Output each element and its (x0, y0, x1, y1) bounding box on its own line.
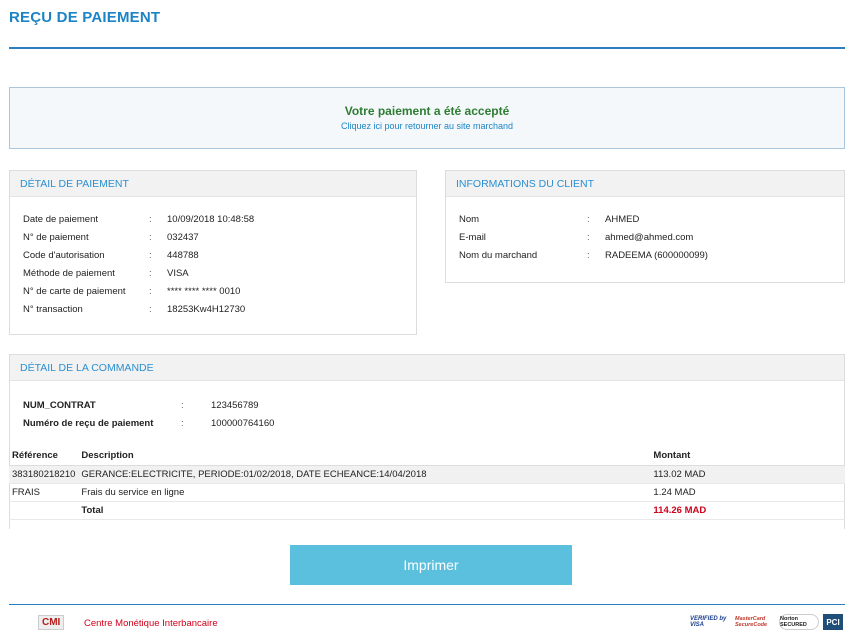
order-row: NUM_CONTRAT:123456789 (23, 400, 259, 411)
client-info-panel: INFORMATIONS DU CLIENT Nom: AHMED E-mail:… (445, 170, 845, 283)
client-row: Nom: AHMED (459, 214, 640, 225)
norton-secured-logo: Norton SECURED (779, 614, 819, 630)
order-items-table: Référence Description Montant 3831802182… (9, 447, 845, 520)
payment-row: N° transaction:18253Kw4H12730 (23, 304, 246, 315)
client-row: E-mail: ahmed@ahmed.com (459, 232, 694, 243)
footer-divider (9, 604, 845, 605)
table-row: 383180218210 GERANCE:ELECTRICITE, PERIOD… (9, 465, 845, 484)
return-to-merchant-link[interactable]: Cliquez ici pour retourner au site march… (10, 121, 844, 131)
mastercard-securecode-logo: MasterCard SecureCode (735, 616, 768, 628)
alert-title: Votre paiement a été accepté (344, 104, 510, 118)
cmi-name: Centre Monétique Interbancaire (84, 618, 218, 629)
payment-row: Code d'autorisation:448788 (23, 250, 199, 261)
total-amount: 114.26 MAD (650, 501, 845, 520)
payment-accepted-alert: Votre paiement a été accepté Cliquez ici… (9, 87, 845, 149)
total-row: Total 114.26 MAD (9, 501, 845, 520)
order-detail-heading: DÉTAIL DE LA COMMANDE (10, 355, 844, 381)
order-row: Numéro de reçu de paiement:100000764160 (23, 418, 275, 429)
col-description: Description (78, 447, 651, 466)
title-divider (9, 47, 845, 49)
table-row: FRAIS Frais du service en ligne 1.24 MAD (9, 483, 845, 502)
payment-detail-list: Date de paiement:10/09/2018 10:48:58 N° … (23, 211, 254, 319)
col-reference: Référence (9, 447, 79, 466)
order-detail-list: NUM_CONTRAT:123456789 Numéro de reçu de … (23, 397, 274, 433)
payment-row: N° de carte de paiement: **** **** **** 0… (23, 286, 241, 297)
print-button[interactable]: Imprimer (290, 545, 572, 585)
page-title: REÇU DE PAIEMENT (9, 9, 161, 26)
verified-by-visa-logo: VERIFIED by VISA (690, 616, 727, 628)
pci-logo: PCI (823, 614, 843, 630)
cmi-logo: CMI (38, 615, 65, 630)
total-label: Total (78, 501, 651, 520)
payment-row: Date de paiement:10/09/2018 10:48:58 (23, 214, 255, 225)
table-header-row: Référence Description Montant (9, 447, 845, 466)
payment-row: N° de paiement:032437 (23, 232, 199, 243)
payment-detail-panel: DÉTAIL DE PAIEMENT Date de paiement:10/0… (9, 170, 417, 335)
client-info-list: Nom: AHMED E-mail: ahmed@ahmed.com Nom du … (459, 211, 708, 265)
payment-detail-heading: DÉTAIL DE PAIEMENT (10, 171, 416, 197)
client-info-heading: INFORMATIONS DU CLIENT (446, 171, 844, 197)
col-amount: Montant (650, 447, 845, 466)
payment-row: Méthode de paiement: VISA (23, 268, 189, 279)
client-row: Nom du marchand: RADEEMA (600000099) (459, 250, 708, 261)
